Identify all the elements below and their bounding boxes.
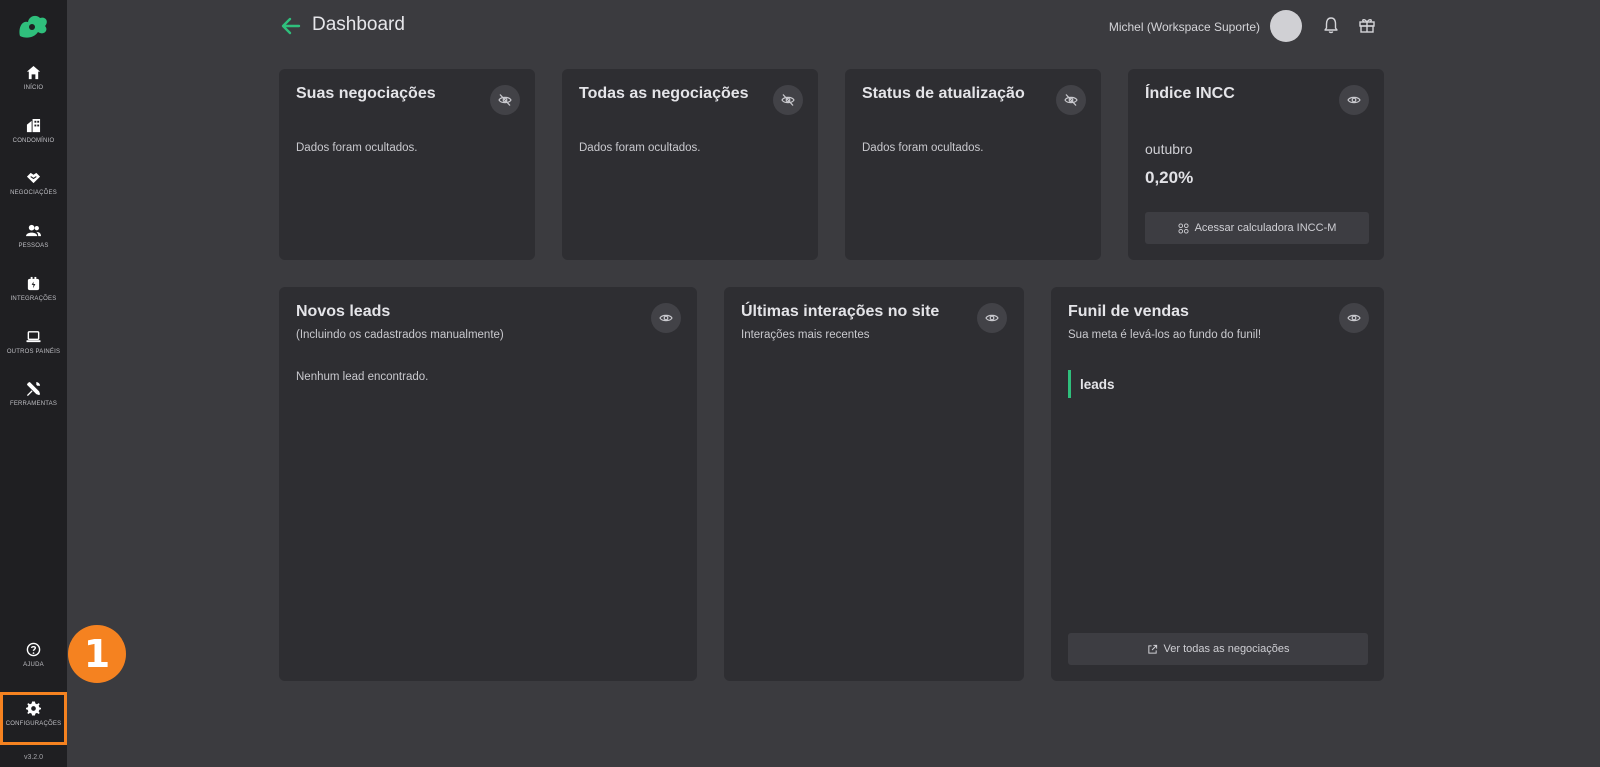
sidebar-item-label: Condomínio <box>12 138 55 144</box>
avatar[interactable] <box>1270 10 1302 42</box>
incc-calculator-button[interactable]: Acessar calculadora INCC-M <box>1145 212 1369 244</box>
hidden-data-message: Dados foram ocultados. <box>862 142 984 154</box>
step-badge: 1 <box>68 625 126 683</box>
building-icon <box>26 118 41 133</box>
visibility-toggle-button[interactable] <box>490 85 520 115</box>
gift-icon[interactable] <box>1358 16 1376 34</box>
sidebar-item-ajuda[interactable]: Ajuda <box>0 640 67 686</box>
help-icon <box>26 642 41 657</box>
user-name[interactable]: Michel (Workspace Suporte) <box>1109 20 1260 34</box>
visibility-toggle-button[interactable] <box>1339 303 1369 333</box>
people-icon <box>26 224 41 237</box>
hidden-data-message: Dados foram ocultados. <box>296 142 418 154</box>
card-title: Status de atualização <box>862 85 1025 102</box>
back-arrow-icon[interactable] <box>281 16 301 36</box>
sidebar-item-outros-paineis[interactable]: Outros painéis <box>0 327 67 373</box>
eye-icon <box>985 314 999 322</box>
empty-leads-message: Nenhum lead encontrado. <box>296 371 429 383</box>
handshake-icon <box>26 172 41 184</box>
card-ultimas-interacoes: Últimas interações no site Interações ma… <box>724 287 1024 681</box>
visibility-toggle-button[interactable] <box>977 303 1007 333</box>
eye-off-icon <box>1064 94 1078 106</box>
sidebar-item-pessoas[interactable]: Pessoas <box>0 221 67 267</box>
page-title: Dashboard <box>312 14 405 35</box>
gear-icon <box>26 701 41 716</box>
card-todas-negociacoes: Todas as negociações Dados foram ocultad… <box>562 69 818 260</box>
tools-icon <box>26 381 41 396</box>
visibility-toggle-button[interactable] <box>1056 85 1086 115</box>
sidebar: Início Condomínio Negociações Pessoas In… <box>0 0 67 767</box>
card-title: Últimas interações no site <box>741 303 940 320</box>
visibility-toggle-button[interactable] <box>773 85 803 115</box>
eye-icon <box>659 314 673 322</box>
card-indice-incc: Índice INCC outubro 0,20% Acessar calcul… <box>1128 69 1384 260</box>
sidebar-item-label: Pessoas <box>18 243 49 249</box>
view-all-deals-label: Ver todas as negociações <box>1163 643 1290 655</box>
card-subtitle: (Incluindo os cadastrados manualmente) <box>296 329 504 341</box>
card-funil-vendas: Funil de vendas Sua meta é levá-los ao f… <box>1051 287 1384 681</box>
funnel-stage-label: leads <box>1080 376 1115 392</box>
card-status-atualizacao: Status de atualização Dados foram oculta… <box>845 69 1101 260</box>
funnel-stage-bar <box>1068 370 1071 398</box>
app-logo[interactable] <box>16 12 50 40</box>
sidebar-item-label: Outros painéis <box>6 349 61 355</box>
sidebar-item-label: Ajuda <box>23 662 44 668</box>
visibility-toggle-button[interactable] <box>1339 85 1369 115</box>
sidebar-item-label: Configurações <box>5 721 62 727</box>
laptop-icon <box>26 331 41 343</box>
view-all-deals-button[interactable]: Ver todas as negociações <box>1068 633 1368 665</box>
sidebar-item-negociacoes[interactable]: Negociações <box>0 168 67 214</box>
card-title: Índice INCC <box>1145 85 1235 102</box>
card-title: Funil de vendas <box>1068 303 1189 320</box>
sidebar-item-condominio[interactable]: Condomínio <box>0 116 67 162</box>
sidebar-item-label: Integrações <box>10 296 57 302</box>
home-icon <box>26 65 41 80</box>
sidebar-item-inicio[interactable]: Início <box>0 63 67 109</box>
card-subtitle: Sua meta é levá-los ao fundo do funil! <box>1068 329 1262 341</box>
sidebar-item-label: Início <box>23 85 44 91</box>
eye-icon <box>1347 314 1361 322</box>
calculator-icon <box>1178 222 1189 234</box>
card-subtitle: Interações mais recentes <box>741 329 870 341</box>
card-title: Suas negociações <box>296 85 436 102</box>
funnel-stage[interactable]: leads <box>1068 370 1115 398</box>
sidebar-item-configuracoes[interactable]: Configurações <box>0 692 67 745</box>
card-title: Todas as negociações <box>579 85 749 102</box>
sidebar-item-ferramentas[interactable]: Ferramentas <box>0 379 67 425</box>
external-link-icon <box>1147 644 1157 654</box>
eye-off-icon <box>781 94 795 106</box>
plug-icon <box>27 276 40 291</box>
bell-icon[interactable] <box>1322 16 1340 34</box>
sidebar-item-integracoes[interactable]: Integrações <box>0 274 67 320</box>
sidebar-item-label: Ferramentas <box>9 401 58 407</box>
incc-month: outubro <box>1145 141 1193 157</box>
hidden-data-message: Dados foram ocultados. <box>579 142 701 154</box>
card-suas-negociacoes: Suas negociações Dados foram ocultados. <box>279 69 535 260</box>
incc-value: 0,20% <box>1145 168 1194 187</box>
eye-icon <box>1347 96 1361 104</box>
sidebar-item-label: Negociações <box>10 190 57 196</box>
incc-calculator-label: Acessar calculadora INCC-M <box>1194 222 1337 234</box>
card-novos-leads: Novos leads (Incluindo os cadastrados ma… <box>279 287 697 681</box>
visibility-toggle-button[interactable] <box>651 303 681 333</box>
card-title: Novos leads <box>296 303 391 320</box>
eye-off-icon <box>498 94 512 106</box>
app-version: v3.2.0 <box>23 754 44 761</box>
